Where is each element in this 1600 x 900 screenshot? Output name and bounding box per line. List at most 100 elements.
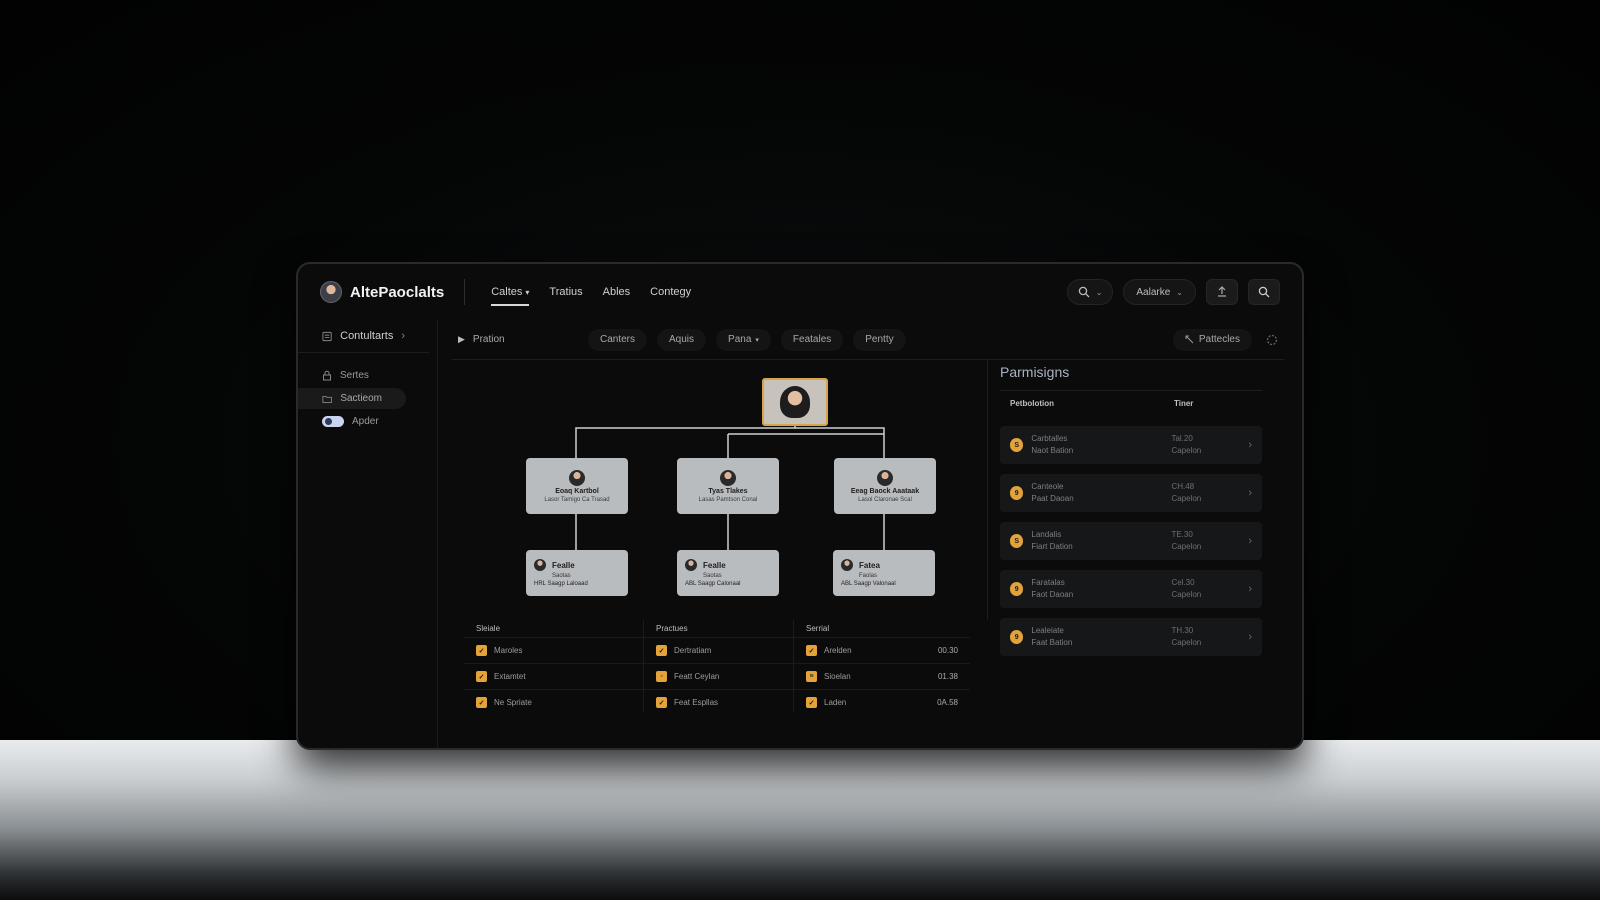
filter-chip[interactable]: Pentty [853, 328, 906, 351]
search-icon [1258, 286, 1270, 298]
column-header: Petbolotion [1010, 399, 1054, 408]
permission-time: Cel.30 Capelon [1171, 577, 1240, 601]
org-node[interactable]: Eeag Baock Aaataak Lasol Claronae Scal [834, 458, 936, 514]
search-button[interactable] [1248, 279, 1280, 305]
permission-text: Landalis Fiart Dation [1031, 529, 1163, 553]
org-node[interactable]: Tyas Tlakes Lasas Pamtson Conal [677, 458, 779, 514]
sidebar-item-sertes[interactable]: Sertes [298, 365, 437, 386]
permission-row[interactable]: 9 Lealeiate Faat Bation TH.30 Capelon › [1000, 618, 1262, 656]
chip-label: Featales [792, 334, 832, 345]
toggle-icon[interactable] [322, 416, 344, 427]
particles-button[interactable]: Pattecles [1172, 328, 1252, 351]
row-label: Featt Ceylan [674, 672, 720, 681]
sidebar-item-apder[interactable]: Apder [298, 411, 437, 432]
sidebar-header[interactable]: Contultarts › [298, 320, 429, 353]
permission-row[interactable]: S Carbtalles Naot Bation Tal.20 Capelon › [1000, 426, 1262, 464]
folder-icon [322, 395, 332, 403]
nav-item-caltes[interactable]: Caltes ▾ [491, 282, 530, 306]
table-row[interactable]: ✓ Arelden 00.30 [794, 637, 970, 663]
list-badge-icon: ≡ [806, 671, 817, 682]
avatar [534, 559, 546, 571]
permission-row[interactable]: 9 Canteole Paat Daoan CH.48 Capelon › [1000, 474, 1262, 512]
table-row[interactable]: ✓ Laden 0A.58 [794, 689, 970, 715]
org-node[interactable]: Fealle Saotas ABL Saagp Calonaal [677, 550, 779, 596]
loading-spinner-icon[interactable] [1266, 334, 1278, 346]
check-badge-icon: ✓ [656, 645, 667, 656]
brand-avatar [320, 281, 342, 303]
org-node-role: Saotas [552, 573, 571, 579]
row-label: Arelden [824, 646, 852, 655]
org-node-name: Eoaq Kartbol [555, 487, 599, 495]
permission-sub: Paat Daoan [1031, 494, 1074, 503]
permissions-title: Parmisigns [1000, 364, 1070, 380]
brand[interactable]: AltePaoclalts [320, 281, 444, 303]
org-chart: Eoaq Kartbol Lasor Tamigo Ca Trasad Tyas… [452, 360, 988, 620]
row-value: 0A.58 [937, 698, 958, 707]
row-label: Ne Spriate [494, 698, 532, 707]
caret-down-icon: ▾ [525, 288, 530, 297]
org-node-name: Fealle [703, 560, 726, 570]
table-row[interactable]: ◦ Featt Ceylan [644, 663, 793, 689]
org-node-name: Fealle [552, 560, 575, 570]
time-value: CH.48 [1171, 482, 1195, 491]
org-node[interactable]: Fatea Faolas ABL Saagp Valonaal [833, 550, 935, 596]
filter-chip[interactable]: Canters [588, 328, 648, 351]
permission-name: Faratalas [1031, 578, 1065, 587]
table-column: Sleiale ✓ Maroles ✓ Extamtet ✓ Ne Spriate [464, 620, 644, 712]
org-node[interactable]: Fealle Saotas HRL Saagp Laloaad [526, 550, 628, 596]
time-sub: Capelon [1171, 446, 1202, 455]
chevron-right-icon: › [1248, 535, 1252, 547]
divider [464, 279, 466, 305]
column-header: Serrial [806, 624, 830, 633]
permission-row[interactable]: 9 Faratalas Faot Daoan Cel.30 Capelon › [1000, 570, 1262, 608]
table-row[interactable]: ✓ Maroles [464, 637, 643, 663]
permission-name: Canteole [1031, 482, 1064, 491]
sidebar-header-label: Contultarts [340, 330, 394, 342]
topbar-actions: ⌄ Aalarke ⌄ [1066, 279, 1280, 305]
time-sub: Capelon [1171, 542, 1202, 551]
search-dropdown-button[interactable]: ⌄ [1066, 279, 1114, 305]
table-row[interactable]: ✓ Extamtet [464, 663, 643, 689]
nav-item-tratius[interactable]: Tratius [549, 282, 582, 302]
status-badge: 9 [1010, 582, 1024, 596]
filter-chip-dropdown[interactable]: Pana ▾ [716, 328, 771, 351]
permission-sub: Fiart Dation [1031, 542, 1073, 551]
status-badge-icon: ◦ [656, 671, 667, 682]
permission-text: Carbtalles Naot Bation [1031, 433, 1163, 457]
check-badge-icon: ✓ [656, 697, 667, 708]
chip-label: Canters [600, 334, 636, 345]
status-badge: 9 [1010, 630, 1024, 644]
chevron-down-icon: ⌄ [1176, 287, 1183, 297]
avatar [780, 386, 810, 418]
permission-sub: Faot Daoan [1031, 590, 1074, 599]
filter-left-label: Pration [472, 334, 505, 345]
table-row[interactable]: ✓ Ne Spriate [464, 689, 643, 715]
org-node-name: Eeag Baock Aaataak [850, 487, 920, 495]
filter-toggle[interactable]: ▶ Pration [458, 334, 578, 345]
table-row[interactable]: ≡ Sioelan 01.38 [794, 663, 970, 689]
account-dropdown[interactable]: Aalarke ⌄ [1123, 279, 1196, 305]
row-value: 01.38 [937, 672, 958, 681]
permission-row[interactable]: S Landalis Fiart Dation TE.30 Capelon › [1000, 522, 1262, 560]
filter-bar: ▶ Pration Canters Aquis Pana ▾ Featales P… [452, 320, 1284, 360]
nav-item-ables[interactable]: Ables [603, 282, 631, 302]
table-column: Practues ✓ Dertratiam ◦ Featt Ceylan ✓ Feat… [644, 620, 794, 712]
filter-chip[interactable]: Aquis [657, 328, 707, 351]
table-row[interactable]: ✓ Dertratiam [644, 637, 793, 663]
org-root-node[interactable] [762, 378, 828, 426]
sidebar-list: Sertes Sactieom Apder [298, 353, 437, 432]
sidebar-item-label: Sertes [340, 370, 369, 381]
search-icon [1078, 286, 1090, 298]
sidebar-item-sactieom[interactable]: Sactieom [298, 388, 406, 409]
nav-item-contegy[interactable]: Contegy [650, 282, 691, 302]
org-node[interactable]: Eoaq Kartbol Lasor Tamigo Ca Trasad [526, 458, 628, 514]
nav-label: Tratius [549, 286, 583, 298]
upload-button[interactable] [1206, 279, 1238, 305]
filter-chip[interactable]: Featales [780, 328, 844, 351]
top-bar: AltePaoclalts Caltes ▾ Tratius Ables Cont… [298, 264, 1302, 320]
chip-label: Pentty [865, 334, 894, 345]
table-row[interactable]: ✓ Feat Espllas [644, 689, 793, 715]
chevron-down-icon: ⌄ [1095, 287, 1103, 297]
permission-time: TE.30 Capelon [1171, 529, 1240, 553]
status-badge: S [1010, 534, 1024, 548]
